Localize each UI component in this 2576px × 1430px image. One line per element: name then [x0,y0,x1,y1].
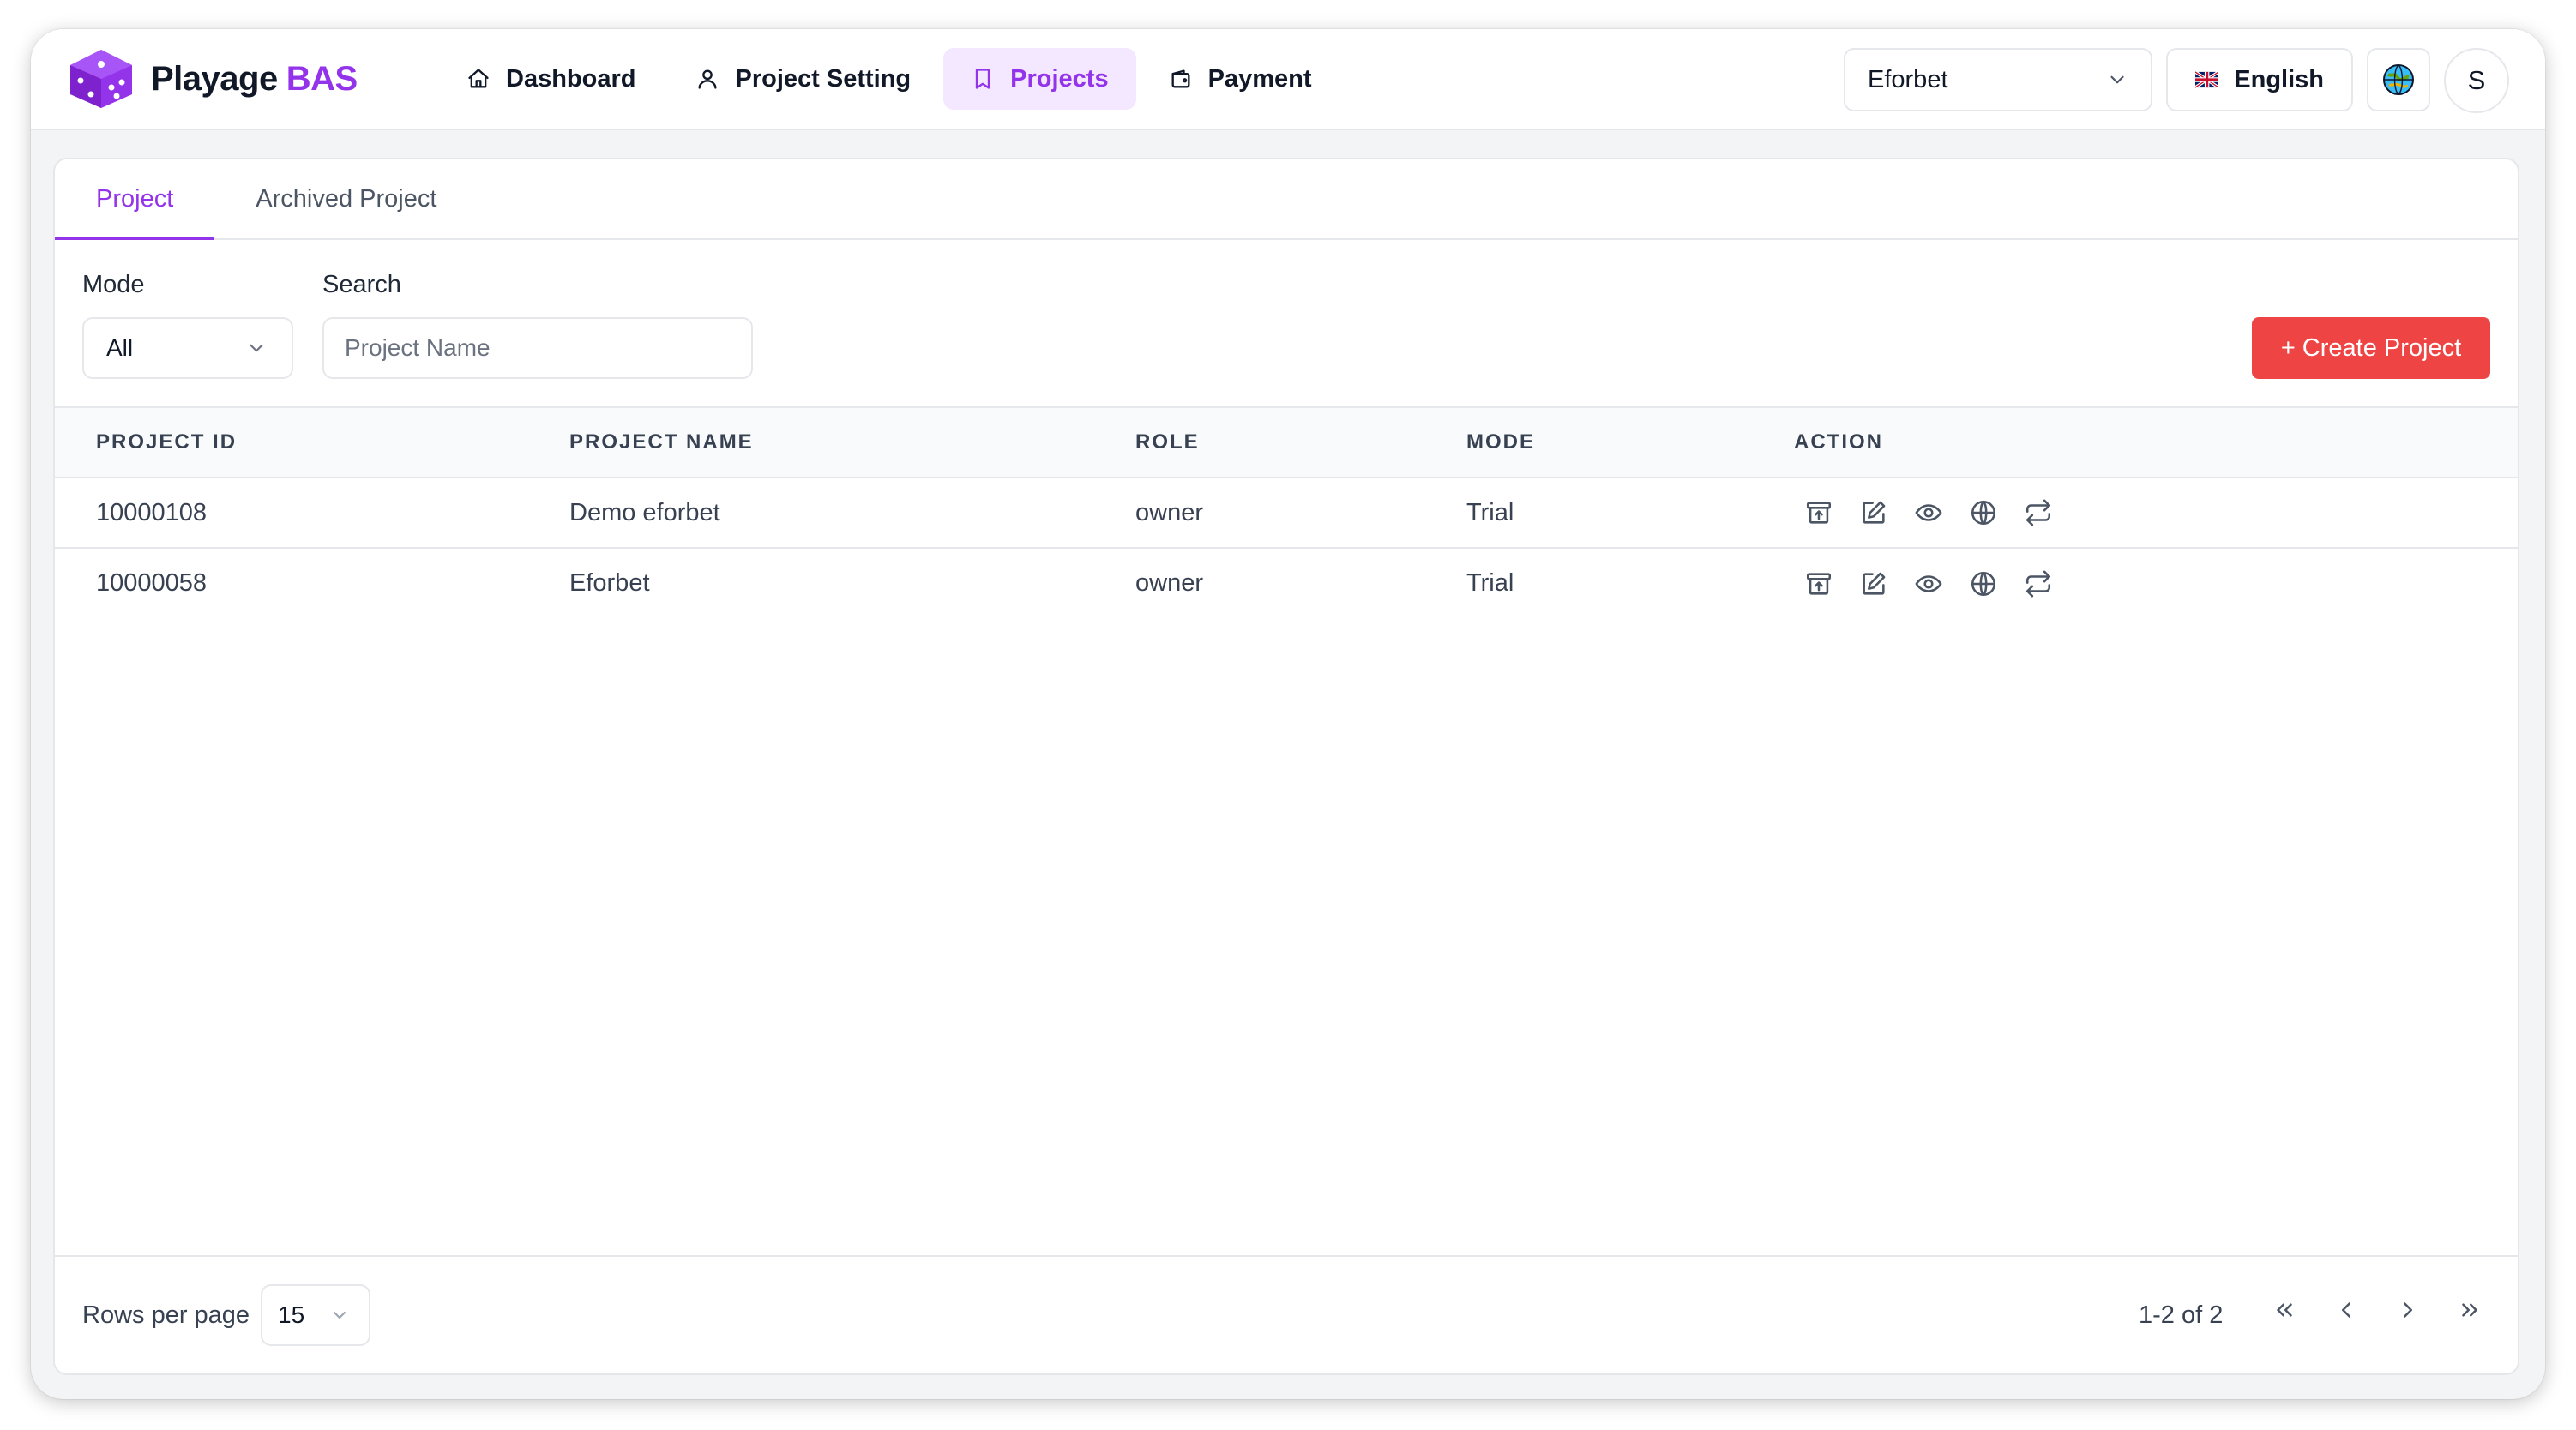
mode-select-value: All [106,334,134,361]
column-header-action: ACTION [1794,430,1883,454]
cell-project-id: 10000058 [96,569,208,597]
mode-select[interactable]: All [82,317,293,379]
page-info: 1-2 of 2 [2139,1301,2224,1329]
projects-table: PROJECT ID PROJECT NAME ROLE MODE ACTION… [55,406,2518,618]
tab-project[interactable]: Project [55,159,215,240]
table-header-row: PROJECT ID PROJECT NAME ROLE MODE ACTION [55,407,2518,478]
tab-label: Archived Project [256,184,437,213]
domain-button[interactable] [1969,498,1998,527]
last-page-button[interactable] [2454,1295,2485,1325]
cell-role: owner [1135,569,1203,597]
edit-button[interactable] [1859,569,1888,598]
globe-icon [2383,64,2414,95]
top-navbar: Playage BAS Dashboard Project Setting Pro… [31,29,2545,130]
rows-per-page-label: Rows per page [82,1301,250,1329]
prev-page-button[interactable] [2331,1295,2362,1325]
tab-bar: Project Archived Project [55,159,2518,240]
project-select-value: Eforbet [1868,65,1948,93]
projects-card: Project Archived Project Mode All Search… [53,158,2519,1375]
cell-role: owner [1135,498,1203,526]
transfer-button[interactable] [2024,498,2053,527]
bookmark-icon [975,69,990,89]
chevron-down-icon [334,1312,346,1319]
cell-mode: Trial [1466,569,1514,597]
chevrons-right-icon [2462,1303,2477,1317]
table-row: 10000108 Demo eforbet owner Trial [55,478,2518,548]
nav-item-payment[interactable]: Payment [1141,48,1339,110]
create-project-button[interactable]: + Create Project [2252,317,2490,379]
tab-archived-project[interactable]: Archived Project [214,159,478,238]
edit-button[interactable] [1859,498,1888,527]
transfer-button[interactable] [2024,569,2053,598]
cell-actions [1753,478,2518,548]
chevrons-left-icon [2277,1303,2292,1317]
main-nav: Dashboard Project Setting Projects Payme… [439,48,1344,110]
eye-icon [1915,574,1942,592]
chevron-left-icon [2342,1302,2350,1318]
archive-button[interactable] [1804,498,1833,527]
wallet-icon [1171,69,1190,88]
archive-icon [1806,572,1832,595]
language-label: English [2234,65,2324,93]
dice-logo-icon [70,50,132,108]
globe-icon [1971,571,1996,596]
view-button[interactable] [1914,498,1943,527]
nav-item-label: Dashboard [506,64,636,93]
nav-item-projects[interactable]: Projects [943,48,1136,110]
view-button[interactable] [1914,569,1943,598]
uk-flag-icon [2195,70,2219,89]
repeat-icon [2025,499,2051,526]
chevron-down-icon [2110,75,2124,84]
search-label: Search [322,271,401,298]
next-page-button[interactable] [2392,1295,2423,1325]
cell-mode: Trial [1466,498,1514,526]
nav-item-label: Project Setting [735,64,912,93]
repeat-icon [2025,570,2051,597]
column-header-project-name: PROJECT NAME [569,430,754,454]
column-header-role: ROLE [1135,430,1200,454]
chevron-down-icon [250,344,263,352]
rows-per-page-value: 15 [278,1301,305,1328]
user-avatar[interactable]: S [2444,48,2509,113]
domain-button[interactable] [1969,569,1998,598]
first-page-button[interactable] [2269,1295,2300,1325]
column-header-project-id: PROJECT ID [96,430,238,454]
archive-icon [1806,502,1832,524]
rows-per-page-select[interactable]: 15 [261,1284,370,1346]
app-window: Playage BAS Dashboard Project Setting Pro… [31,29,2545,1399]
tab-label: Project [96,184,174,213]
home-icon [468,69,489,88]
nav-item-dashboard[interactable]: Dashboard [439,48,663,110]
brand-name: Playage BAS [151,60,358,99]
logo[interactable]: Playage BAS [65,46,358,111]
mode-label: Mode [82,271,145,298]
search-input[interactable] [322,317,753,379]
pagination-footer: Rows per page 15 1-2 of 2 [55,1255,2518,1373]
globe-icon [1971,500,1996,526]
region-button[interactable] [2367,48,2430,111]
pager [2269,1295,2485,1325]
brand-name-accent: BAS [286,59,358,98]
cell-project-id: 10000108 [96,498,208,526]
avatar-initial: S [2467,65,2486,95]
filter-bar: Mode All Search + Create Project [55,240,2518,406]
user-icon [698,69,717,89]
edit-icon [1863,501,1886,524]
language-button[interactable]: English [2166,48,2353,111]
nav-item-label: Payment [1207,64,1312,93]
project-select[interactable]: Eforbet [1844,48,2152,111]
cell-actions [1753,548,2518,618]
cell-project-name: Demo eforbet [569,498,720,526]
edit-icon [1863,572,1886,595]
nav-item-project-setting[interactable]: Project Setting [668,48,938,110]
nav-item-label: Projects [1010,64,1109,93]
eye-icon [1915,504,1942,521]
column-header-mode: MODE [1466,430,1535,454]
archive-button[interactable] [1804,569,1833,598]
cell-project-name: Eforbet [569,569,650,597]
table-row: 10000058 Eforbet owner Trial [55,548,2518,618]
brand-name-primary: Playage [151,59,278,98]
chevron-right-icon [2404,1302,2412,1318]
